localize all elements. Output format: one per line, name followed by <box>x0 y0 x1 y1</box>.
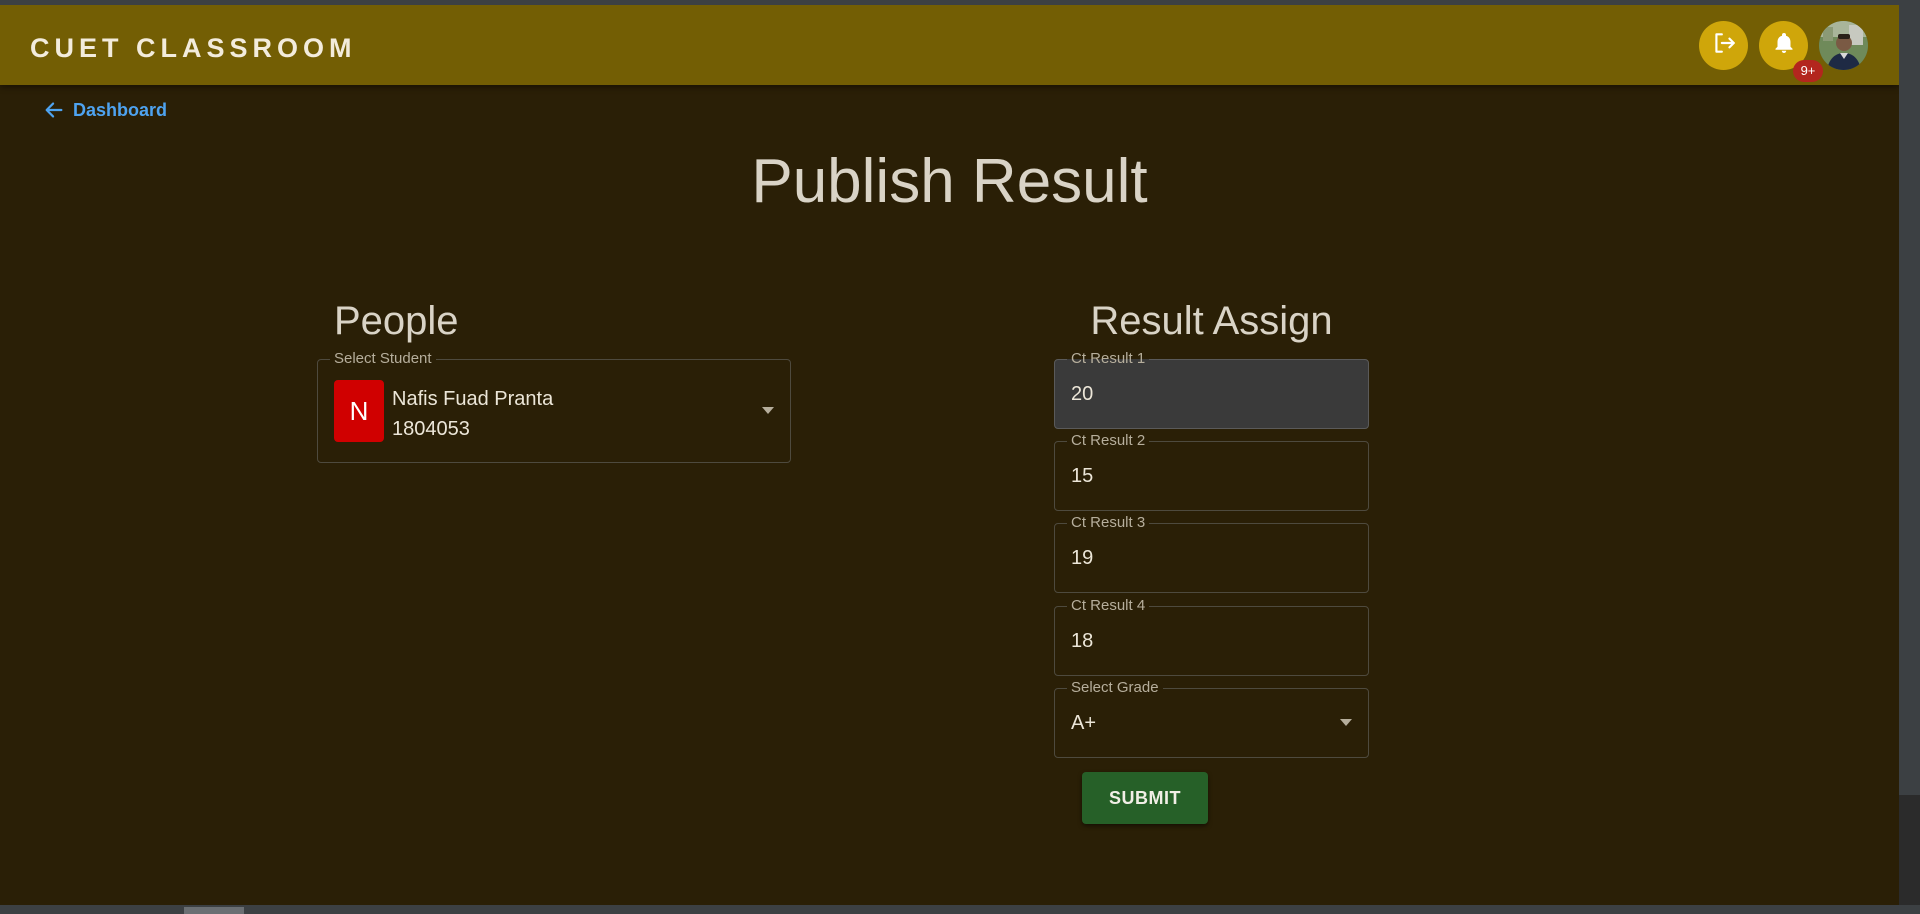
top-app-bar: CUET CLASSROOM 9+ <box>0 5 1899 85</box>
ct-result-4-field[interactable]: Ct Result 4 18 <box>1054 597 1369 676</box>
chevron-down-icon <box>1340 719 1352 726</box>
submit-button[interactable]: SUBMIT <box>1082 772 1208 824</box>
back-to-dashboard-link[interactable]: Dashboard <box>43 99 167 121</box>
page-title: Publish Result <box>751 147 1148 216</box>
ct-result-3-field[interactable]: Ct Result 3 19 <box>1054 514 1369 593</box>
ct-result-3-value[interactable]: 19 <box>1071 524 1093 592</box>
grade-select[interactable]: Select Grade A+ <box>1054 679 1369 758</box>
horizontal-scrollbar-track[interactable] <box>0 905 1899 914</box>
app-brand[interactable]: CUET CLASSROOM <box>30 31 357 65</box>
logout-button[interactable] <box>1699 21 1748 70</box>
bell-icon <box>1772 31 1796 60</box>
app-root: CUET CLASSROOM 9+ Dashboard Publish Resu… <box>0 5 1899 905</box>
student-select[interactable]: Select Student N Nafis Fuad Pranta 18040… <box>317 350 791 463</box>
ct-result-1-field[interactable]: Ct Result 1 20 <box>1054 350 1369 429</box>
grade-select-value: A+ <box>1071 711 1097 734</box>
ct-result-4-value[interactable]: 18 <box>1071 607 1093 675</box>
result-assign-title: Result Assign <box>1090 299 1333 343</box>
vertical-scrollbar-track[interactable] <box>1899 5 1920 914</box>
people-section-title: People <box>334 299 459 343</box>
user-avatar[interactable] <box>1819 21 1868 70</box>
vertical-scrollbar-thumb[interactable] <box>1899 795 1920 905</box>
horizontal-scrollbar-thumb[interactable] <box>184 907 244 914</box>
student-select-label: Select Student <box>330 350 436 368</box>
logout-icon <box>1711 30 1737 61</box>
ct-result-2-value[interactable]: 15 <box>1071 442 1093 510</box>
arrow-left-icon <box>45 102 63 118</box>
student-name: Nafis Fuad Pranta <box>392 388 554 410</box>
chevron-down-icon <box>762 407 774 414</box>
back-link-label: Dashboard <box>73 99 168 120</box>
student-id: 1804053 <box>392 418 470 440</box>
notification-count-badge: 9+ <box>1793 60 1823 82</box>
ct-result-2-field[interactable]: Ct Result 2 15 <box>1054 432 1369 511</box>
ct-result-1-value[interactable]: 20 <box>1071 360 1093 428</box>
student-initial-avatar: N <box>334 380 384 442</box>
